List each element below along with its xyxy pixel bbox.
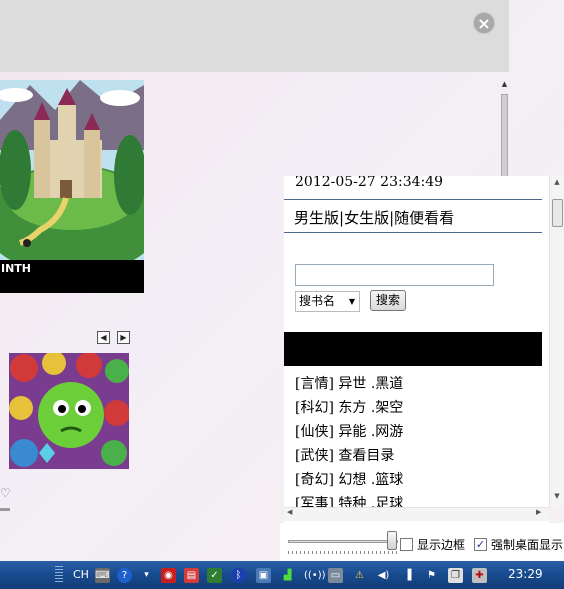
castle-illustration bbox=[0, 80, 144, 260]
keyboard-icon[interactable]: ⌨ bbox=[95, 568, 110, 583]
app-red-icon[interactable]: ◉ bbox=[161, 568, 176, 583]
app-red2-icon[interactable]: ▤ bbox=[184, 568, 199, 583]
category-row: [仙侠] 异能 .网游 bbox=[295, 420, 403, 444]
wifi-icon[interactable]: ((•)) bbox=[304, 568, 326, 583]
edition-tabs: 男生版|女生版|随便看看 bbox=[294, 207, 454, 228]
divider bbox=[284, 232, 542, 233]
force-desktop-checkbox[interactable]: ✓ bbox=[474, 538, 487, 551]
opacity-slider-thumb[interactable] bbox=[387, 531, 397, 550]
signal-icon[interactable]: ▟ bbox=[280, 568, 295, 583]
page-scroll-thumb[interactable] bbox=[501, 94, 508, 184]
category-link[interactable]: 幻想 bbox=[338, 472, 366, 488]
heart-icon[interactable]: ♡ bbox=[0, 486, 11, 500]
category-row: [武侠] 查看目录 bbox=[295, 444, 403, 468]
category-link[interactable]: .篮球 bbox=[371, 472, 403, 488]
divider bbox=[0, 508, 10, 511]
panel-controls: 显示边框 ✓ 强制桌面显示 bbox=[280, 523, 564, 561]
panel-vertical-scrollbar[interactable]: ▲ ▼ bbox=[549, 176, 564, 507]
divider bbox=[284, 199, 542, 200]
taskbar-clock[interactable]: 23:29 bbox=[508, 567, 543, 581]
game-caption: INTH bbox=[1, 262, 32, 275]
copy-icon[interactable]: ❐ bbox=[448, 568, 463, 583]
tab-female[interactable]: 女生版 bbox=[344, 209, 389, 227]
top-overlay-bar bbox=[0, 0, 509, 72]
category-link[interactable]: .架空 bbox=[371, 400, 403, 416]
sidebar-panel: 2012-05-27 23:34:49 男生版|女生版|随便看看 搜书名 ▼ 搜… bbox=[284, 176, 549, 523]
category-tag[interactable]: [科幻] bbox=[295, 400, 334, 416]
warning-icon[interactable]: ⚠ bbox=[352, 568, 367, 583]
slider-ticks bbox=[288, 551, 398, 554]
game-caption-bar: INTH bbox=[0, 260, 144, 293]
prev-page-button[interactable]: ◀ bbox=[97, 331, 110, 344]
ime-indicator[interactable]: CH bbox=[73, 568, 89, 581]
battery-icon[interactable]: ▐ bbox=[400, 568, 415, 583]
search-button[interactable]: 搜索 bbox=[370, 290, 406, 311]
category-row: [奇幻] 幻想 .篮球 bbox=[295, 468, 403, 492]
category-link[interactable]: 异世 bbox=[338, 376, 366, 392]
scroll-up-icon[interactable]: ▲ bbox=[550, 178, 564, 190]
category-row: [言情] 异世 .黑道 bbox=[295, 372, 403, 396]
game-thumbnail-castle[interactable] bbox=[0, 80, 144, 260]
scroll-down-icon[interactable]: ▼ bbox=[550, 492, 564, 504]
category-tag[interactable]: [言情] bbox=[295, 376, 334, 392]
category-link[interactable]: 异能 bbox=[338, 424, 366, 440]
scroll-left-icon[interactable]: ◀ bbox=[287, 508, 292, 516]
panel-horizontal-scrollbar[interactable]: ◀ ▶ bbox=[284, 507, 549, 521]
category-tag[interactable]: [奇幻] bbox=[295, 472, 334, 488]
select-value: 搜书名 bbox=[299, 294, 336, 308]
category-link[interactable]: .网游 bbox=[371, 424, 403, 440]
show-border-checkbox[interactable] bbox=[400, 538, 413, 551]
banner-block bbox=[284, 332, 542, 366]
scroll-up-icon[interactable]: ▲ bbox=[500, 80, 509, 90]
scroll-right-icon[interactable]: ▶ bbox=[536, 508, 541, 516]
category-link[interactable]: 东方 bbox=[338, 400, 366, 416]
bluetooth-icon[interactable]: ᛒ bbox=[231, 568, 246, 583]
volume-icon[interactable]: ◀) bbox=[376, 568, 391, 583]
category-link[interactable]: 查看目录 bbox=[338, 448, 394, 464]
tab-random[interactable]: 随便看看 bbox=[394, 209, 454, 227]
chevron-down-icon: ▼ bbox=[348, 297, 355, 306]
network-icon[interactable]: ▭ bbox=[328, 568, 343, 583]
category-tag[interactable]: [仙侠] bbox=[295, 424, 334, 440]
datetime-display: 2012-05-27 23:34:49 bbox=[295, 176, 444, 190]
tab-male[interactable]: 男生版 bbox=[294, 209, 339, 227]
panel-scroll-thumb[interactable] bbox=[552, 199, 563, 227]
check-icon: ✓ bbox=[475, 538, 486, 551]
search-type-select[interactable]: 搜书名 ▼ bbox=[295, 291, 360, 312]
taskbar: CH ⌨ ? ▾ ◉ ▤ ✓ ᛒ ▣ ▟ ((•)) ▭ ⚠ ◀) ▐ ⚑ ❐ … bbox=[0, 561, 564, 589]
show-border-label: 显示边框 bbox=[417, 538, 466, 552]
category-tag[interactable]: [武侠] bbox=[295, 448, 334, 464]
category-link[interactable]: .黑道 bbox=[371, 376, 403, 392]
flag-icon[interactable]: ⚑ bbox=[424, 568, 439, 583]
game-thumbnail-monsters[interactable] bbox=[9, 353, 129, 469]
close-icon[interactable]: × bbox=[473, 12, 495, 34]
next-page-button[interactable]: ▶ bbox=[117, 331, 130, 344]
search-input[interactable] bbox=[295, 264, 494, 286]
taskbar-grip[interactable] bbox=[55, 566, 63, 584]
opacity-slider-track[interactable] bbox=[288, 540, 398, 543]
shield-icon[interactable]: ✓ bbox=[207, 568, 222, 583]
help-icon[interactable]: ? bbox=[117, 568, 132, 583]
category-row: [科幻] 东方 .架空 bbox=[295, 396, 403, 420]
monsters-illustration bbox=[9, 353, 129, 469]
security-icon[interactable]: ✚ bbox=[472, 568, 487, 583]
display-icon[interactable]: ▣ bbox=[256, 568, 271, 583]
category-list: [言情] 异世 .黑道 [科幻] 东方 .架空 [仙侠] 异能 .网游 [武侠]… bbox=[295, 372, 403, 516]
force-desktop-label: 强制桌面显示 bbox=[491, 538, 564, 552]
arrow-icon[interactable]: ▾ bbox=[139, 568, 154, 583]
